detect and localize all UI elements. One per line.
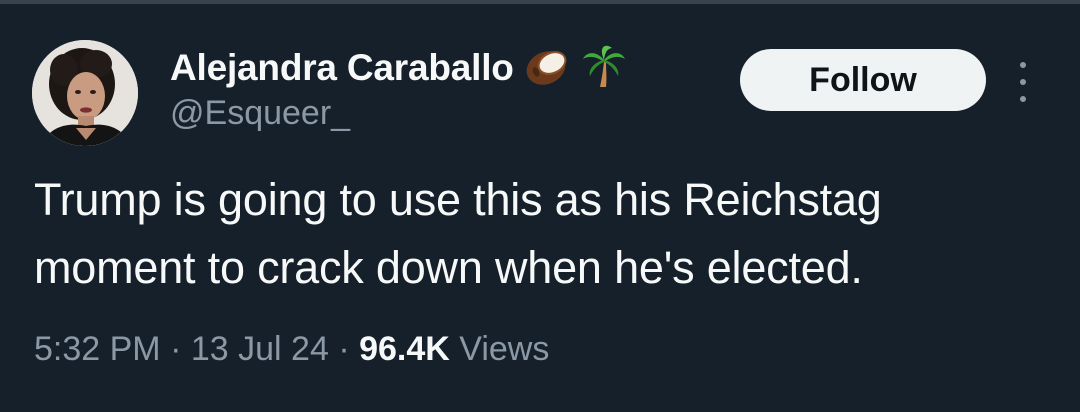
more-dot — [1020, 79, 1026, 85]
tweet-text-line: Trump is going to use this as his Reichs… — [34, 174, 882, 225]
meta-separator: · — [170, 330, 182, 368]
tweet-text: Trump is going to use this as his Reichs… — [34, 166, 1034, 302]
tweet-header: Alejandra Caraballo @Esqueer_ Follow — [32, 36, 1052, 148]
more-dot — [1020, 62, 1026, 68]
author-handle[interactable]: @Esqueer_ — [170, 94, 626, 133]
author-display-name[interactable]: Alejandra Caraballo — [170, 47, 514, 89]
tweet-date[interactable]: 13 Jul 24 — [191, 330, 329, 368]
views-count: 96.4K — [359, 330, 450, 368]
top-divider — [0, 0, 1080, 4]
follow-button[interactable]: Follow — [740, 49, 986, 111]
meta-separator: · — [338, 330, 350, 368]
palm-tree-emoji-icon — [582, 44, 626, 93]
more-vertical-icon[interactable] — [1016, 62, 1030, 102]
tweet-metadata: 5:32 PM · 13 Jul 24 · 96.4K Views — [34, 330, 549, 369]
more-dot — [1020, 96, 1026, 102]
tweet-text-line: moment to crack down when he's elected. — [34, 242, 863, 293]
tweet-time[interactable]: 5:32 PM — [34, 330, 161, 368]
display-name-row: Alejandra Caraballo — [170, 44, 626, 92]
views-label: Views — [459, 330, 550, 368]
author-identity: Alejandra Caraballo @Esqueer_ — [170, 44, 626, 133]
avatar[interactable] — [32, 40, 138, 146]
coconut-emoji-icon — [524, 46, 572, 91]
